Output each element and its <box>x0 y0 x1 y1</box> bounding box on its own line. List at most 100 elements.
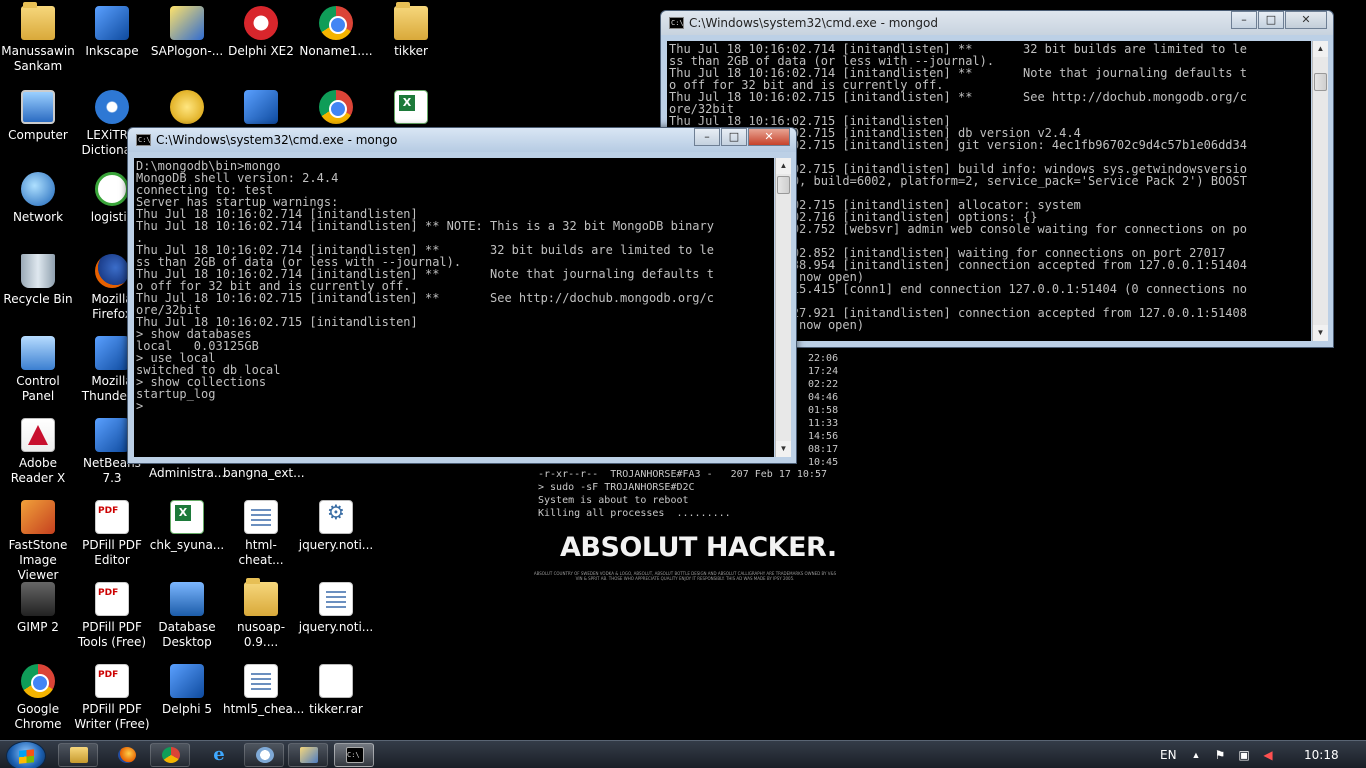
wallpaper-time: 02:22 <box>808 379 839 390</box>
maximize-button[interactable]: □ <box>721 128 747 146</box>
netbeans-icon <box>95 418 129 452</box>
desktop-icon-money[interactable] <box>149 90 225 128</box>
scroll-thumb[interactable] <box>777 176 790 194</box>
sap-icon <box>170 6 204 40</box>
cmd-window-mongo[interactable]: C:\ C:\Windows\system32\cmd.exe - mongo … <box>127 127 797 464</box>
language-indicator[interactable]: EN <box>1160 741 1177 768</box>
desktop-icon-nusoap[interactable]: nusoap-0.9.... <box>223 578 299 650</box>
inkscape-icon <box>95 6 129 40</box>
desktop-icon-label: Control Panel <box>16 374 60 403</box>
desktop-icon-manussawin-sankam[interactable]: Manussawin Sankam <box>0 2 76 74</box>
desktop-icon-label: html5_chea... <box>223 702 305 716</box>
console-output[interactable]: D:\mongodb\bin>mongo MongoDB shell versi… <box>134 158 774 457</box>
archive-icon <box>319 664 353 698</box>
excel-icon <box>170 500 204 534</box>
desktop-icon-inkscape[interactable]: Inkscape <box>74 6 150 59</box>
desktop-icon-label: tikker <box>394 44 428 58</box>
taskbar-button-internet-explorer[interactable]: e <box>198 743 238 767</box>
gimp-icon <box>21 582 55 616</box>
desktop-icon-installer[interactable] <box>223 90 299 128</box>
desktop-icon-chk-syuna[interactable]: chk_syuna... <box>149 500 225 553</box>
desktop-icon-label: PDFill PDF Writer (Free) <box>74 702 150 731</box>
desktop-icon-jquery-noti-1[interactable]: jquery.noti... <box>298 500 374 553</box>
desktop-icon-html5-cheat[interactable]: html5_chea... <box>223 664 304 717</box>
excel-icon <box>394 90 428 124</box>
desktop-icon-pdfill-editor[interactable]: PDFill PDF Editor <box>74 500 150 568</box>
volume-muted-icon[interactable]: ◀ <box>1261 748 1275 762</box>
desktop-icon-label: Network <box>12 210 64 224</box>
window-titlebar[interactable]: C:\ C:\Windows\system32\cmd.exe - mongod… <box>661 11 1333 35</box>
taskbar-button-cmd[interactable]: C:\ <box>334 743 374 767</box>
desktop-icon-label: PDFill PDF Editor <box>82 538 142 567</box>
desktop-icon-noname1[interactable]: Noname1.... <box>298 6 374 59</box>
desktop-icon-label: jquery.noti... <box>298 538 374 552</box>
taskbar-button-chrome[interactable] <box>150 743 190 767</box>
desktop-icon-network[interactable]: Network <box>0 172 76 225</box>
taskbar-button-file-manager[interactable] <box>288 743 328 767</box>
wallpaper-listing: -r-xr--r-- TROJANHORSE#FA3 - 207 Feb 17 … <box>538 469 827 480</box>
control-panel-icon <box>21 336 55 370</box>
clock[interactable]: 10:18 <box>1304 741 1339 768</box>
wallpaper-killing-text: Killing all processes ......... <box>538 508 731 519</box>
desktop-icon-label: Delphi 5 <box>162 702 212 716</box>
action-center-flag-icon[interactable]: ⚑ <box>1213 748 1227 762</box>
scroll-down-arrow-icon[interactable]: ▼ <box>776 441 791 457</box>
database-icon <box>170 582 204 616</box>
desktop-icon-tikker-rar[interactable]: tikker.rar <box>298 664 374 717</box>
scroll-up-arrow-icon[interactable]: ▲ <box>776 158 791 174</box>
desktop-icon-faststone[interactable]: FastStone Image Viewer <box>0 500 76 583</box>
close-button[interactable]: ✕ <box>748 128 790 146</box>
desktop-icon-label: Inkscape <box>85 44 139 58</box>
vertical-scrollbar[interactable]: ▲ ▼ <box>1312 41 1328 341</box>
computer-icon <box>21 90 55 124</box>
desktop-icon-computer[interactable]: Computer <box>0 90 76 143</box>
wallpaper-time: 11:33 <box>808 418 839 429</box>
installer-icon <box>244 90 278 124</box>
cmd-icon: C:\ <box>669 17 684 29</box>
minimize-button[interactable]: – <box>694 128 720 146</box>
close-button[interactable]: ✕ <box>1285 11 1327 29</box>
scroll-down-arrow-icon[interactable]: ▼ <box>1313 325 1328 341</box>
desktop-icon-google-chrome[interactable]: Google Chrome <box>0 664 76 732</box>
desktop-icon-label: FastStone Image Viewer <box>8 538 68 582</box>
desktop-icon-pdfill-tools[interactable]: PDFill PDF Tools (Free) <box>74 582 150 650</box>
minimize-button[interactable]: – <box>1231 11 1257 29</box>
thunderbird-icon <box>95 336 129 370</box>
desktop-icon-gimp[interactable]: GIMP 2 <box>0 582 76 635</box>
desktop-icon-excel-file[interactable] <box>373 90 449 128</box>
desktop-icon-control-panel[interactable]: Control Panel <box>0 336 76 404</box>
maximize-button[interactable]: □ <box>1258 11 1284 29</box>
desktop-icon-label: PDFill PDF Tools (Free) <box>77 620 147 649</box>
start-button[interactable] <box>6 741 46 768</box>
desktop-icon-database-desktop[interactable]: Database Desktop <box>149 582 225 650</box>
desktop-icon-saplogon[interactable]: SAPlogon-... <box>149 6 225 59</box>
show-hidden-icons-icon[interactable]: ▲ <box>1189 748 1203 762</box>
adobe-reader-icon <box>21 418 55 452</box>
taskbar-button-firefox[interactable] <box>106 743 146 767</box>
taskbar-button-messenger[interactable] <box>244 743 284 767</box>
taskbar-button-explorer[interactable] <box>58 743 98 767</box>
desktop-icon-pdfill-writer[interactable]: PDFill PDF Writer (Free) <box>74 664 150 732</box>
logistic-icon <box>95 172 129 206</box>
wallpaper-time: 17:24 <box>808 366 839 377</box>
delphi5-icon <box>170 664 204 698</box>
desktop-icon-label: Delphi XE2 <box>228 44 294 58</box>
window-titlebar[interactable]: C:\ C:\Windows\system32\cmd.exe - mongo … <box>128 128 796 152</box>
folder-icon <box>394 2 428 40</box>
desktop-icon-tikker[interactable]: tikker <box>373 2 449 59</box>
desktop-icon-adobe-reader[interactable]: Adobe Reader X <box>0 418 76 486</box>
taskbar: e C:\ EN ▲ ⚑ ▣ ◀ 10:18 <box>0 740 1366 768</box>
scroll-up-arrow-icon[interactable]: ▲ <box>1313 41 1328 57</box>
vertical-scrollbar[interactable]: ▲ ▼ <box>775 158 791 457</box>
desktop-icon-jquery-noti-2[interactable]: jquery.noti... <box>298 582 374 635</box>
desktop-icon-chrome-2[interactable] <box>298 90 374 128</box>
desktop-icon-html-cheat[interactable]: html-cheat... <box>223 500 299 568</box>
document-icon <box>244 664 278 698</box>
desktop-icon-delphi5[interactable]: Delphi 5 <box>149 664 225 717</box>
windows-logo-icon <box>19 749 34 764</box>
scroll-thumb[interactable] <box>1314 73 1327 91</box>
network-icon <box>21 172 55 206</box>
desktop-icon-recycle-bin[interactable]: Recycle Bin <box>0 254 76 307</box>
network-status-icon[interactable]: ▣ <box>1237 748 1251 762</box>
desktop-icon-delphi-xe2[interactable]: Delphi XE2 <box>223 6 299 59</box>
